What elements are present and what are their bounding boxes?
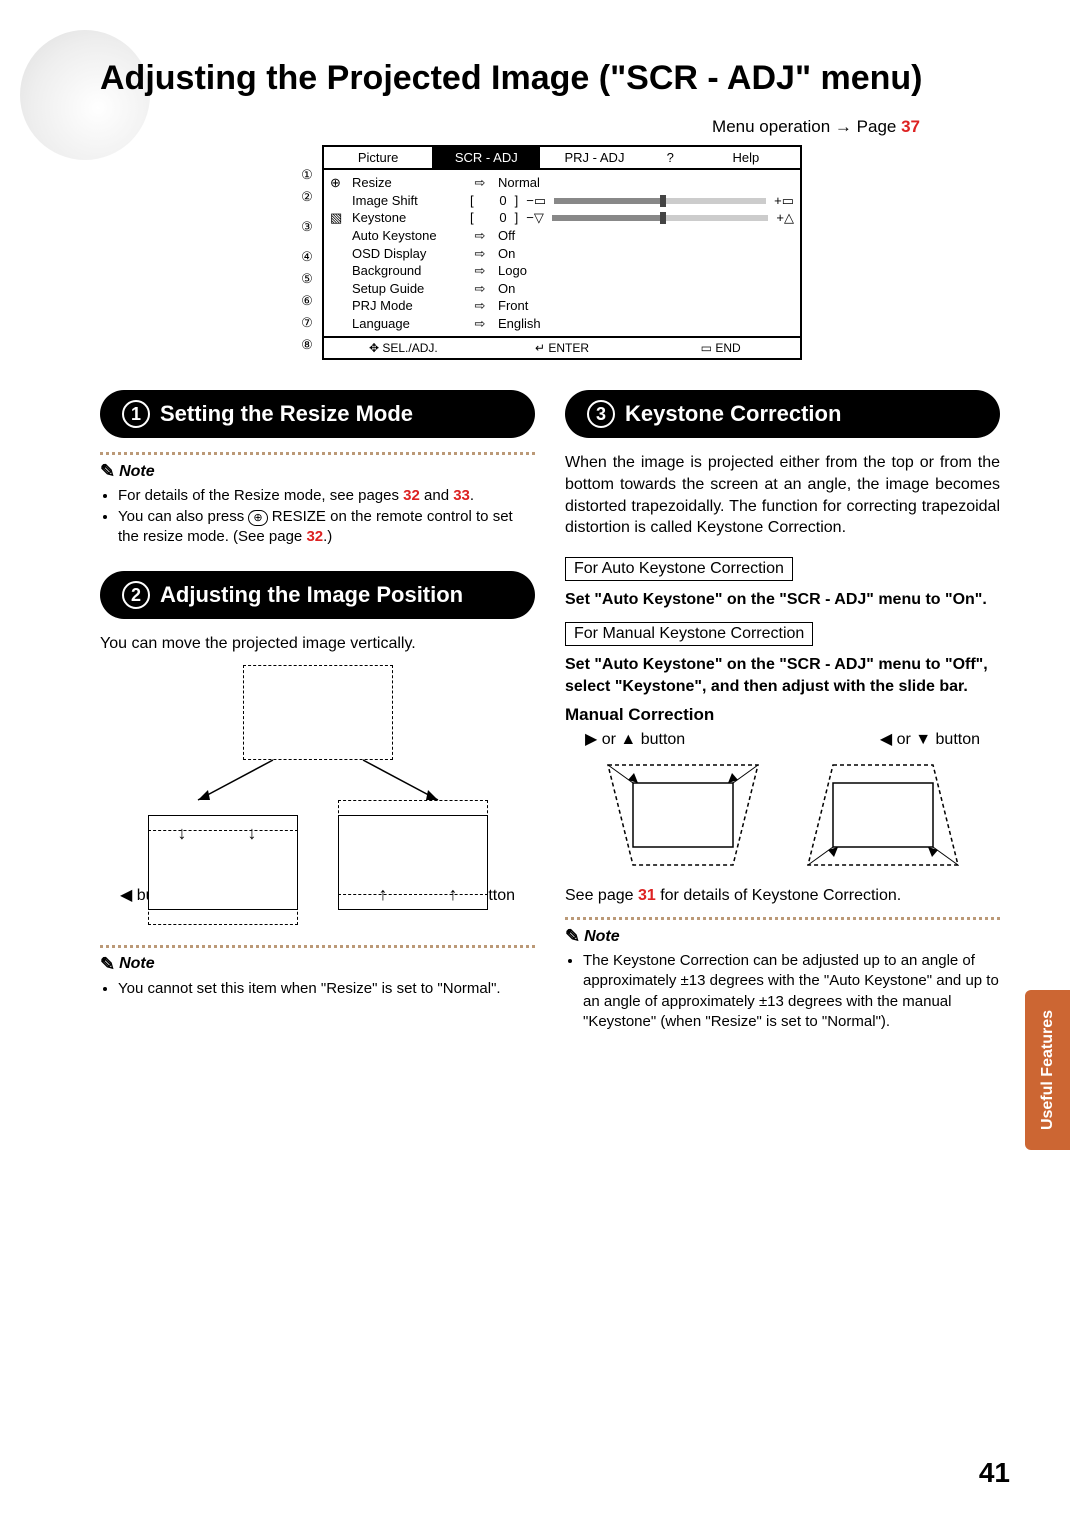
- tab-prj-adj: PRJ - ADJ: [540, 147, 648, 168]
- menu-row-resize: ⊕Resize⇨Normal: [330, 174, 794, 192]
- manual-keystone-text: Set "Auto Keystone" on the "SCR - ADJ" m…: [565, 654, 1000, 697]
- divider-dots: [565, 917, 1000, 920]
- section-2-header: 2 Adjusting the Image Position: [100, 571, 535, 619]
- section2-notes: You cannot set this item when "Resize" i…: [100, 979, 535, 999]
- menu-table: ① ② ③ ④ ⑤ ⑥ ⑦ ⑧ Picture SCR - ADJ PRJ - …: [100, 145, 1000, 360]
- menu-row-language: Language⇨English: [330, 315, 794, 333]
- keystone-diagram-right: [798, 755, 968, 875]
- tab-help: Help: [692, 147, 800, 168]
- section-3-header: 3 Keystone Correction: [565, 390, 1000, 438]
- note-heading: Note: [565, 926, 1000, 947]
- menu-row-keystone: ▧Keystone[0]−▽+△: [330, 209, 794, 227]
- menu-row-osd: OSD Display⇨On: [330, 245, 794, 263]
- menu-row-auto-keystone: Auto Keystone⇨Off: [330, 227, 794, 245]
- divider-dots: [100, 945, 535, 948]
- page-title: Adjusting the Projected Image ("SCR - AD…: [100, 60, 1000, 97]
- menu-row-image-shift: Image Shift[0]−▭+▭: [330, 192, 794, 210]
- tab-scr-adj: SCR - ADJ: [432, 147, 540, 168]
- menu-callouts: ① ② ③ ④ ⑤ ⑥ ⑦ ⑧: [298, 145, 316, 360]
- footer-end: ▭ END: [641, 338, 800, 358]
- section1-notes: For details of the Resize mode, see page…: [100, 486, 535, 547]
- footer-sel: ✥ SEL./ADJ.: [324, 338, 483, 358]
- tab-picture: Picture: [324, 147, 432, 168]
- section2-body: You can move the projected image vertica…: [100, 633, 535, 655]
- section3-notes: The Keystone Correction can be adjusted …: [565, 951, 1000, 1032]
- note-item: The Keystone Correction can be adjusted …: [583, 951, 1000, 1032]
- menu-operation-ref: Menu operation → Page 37: [100, 117, 1000, 137]
- menu-row-setup-guide: Setup Guide⇨On: [330, 280, 794, 298]
- menu-footer: ✥ SEL./ADJ. ↵ ENTER ▭ END: [324, 336, 800, 358]
- section-1-header: 1 Setting the Resize Mode: [100, 390, 535, 438]
- note-heading: Note: [100, 461, 535, 482]
- menu-row-prj-mode: PRJ Mode⇨Front: [330, 297, 794, 315]
- manual-keystone-box: For Manual Keystone Correction: [565, 622, 813, 646]
- help-icon: ?: [649, 147, 692, 168]
- keystone-diagram-left: [598, 755, 768, 875]
- see-page-ref: See page 31 for details of Keystone Corr…: [565, 885, 1000, 907]
- manual-correction-heading: Manual Correction: [565, 705, 1000, 725]
- auto-keystone-box: For Auto Keystone Correction: [565, 557, 793, 581]
- note-item: You can also press ⊕ RESIZE on the remot…: [118, 507, 535, 548]
- footer-enter: ↵ ENTER: [483, 338, 642, 358]
- keystone-button-labels: ▶ or ▲ button ◀ or ▼ button: [565, 729, 1000, 749]
- resize-button-icon: ⊕: [248, 510, 267, 527]
- page-number: 41: [979, 1457, 1010, 1489]
- menu-rows: ⊕Resize⇨Normal Image Shift[0]−▭+▭ ▧Keyst…: [324, 170, 800, 336]
- side-tab-useful-features: Useful Features: [1025, 990, 1070, 1150]
- divider-dots: [100, 452, 535, 455]
- menu-row-background: Background⇨Logo: [330, 262, 794, 280]
- keystone-diagrams: [565, 755, 1000, 875]
- menu-tabs: Picture SCR - ADJ PRJ - ADJ ? Help: [324, 147, 800, 170]
- note-heading: Note: [100, 954, 535, 975]
- note-item: You cannot set this item when "Resize" i…: [118, 979, 535, 999]
- auto-keystone-text: Set "Auto Keystone" on the "SCR - ADJ" m…: [565, 589, 1000, 611]
- note-item: For details of the Resize mode, see page…: [118, 486, 535, 506]
- section3-intro: When the image is projected either from …: [565, 452, 1000, 538]
- image-shift-diagram: ↓ ↓ ↑ ↑: [148, 665, 488, 925]
